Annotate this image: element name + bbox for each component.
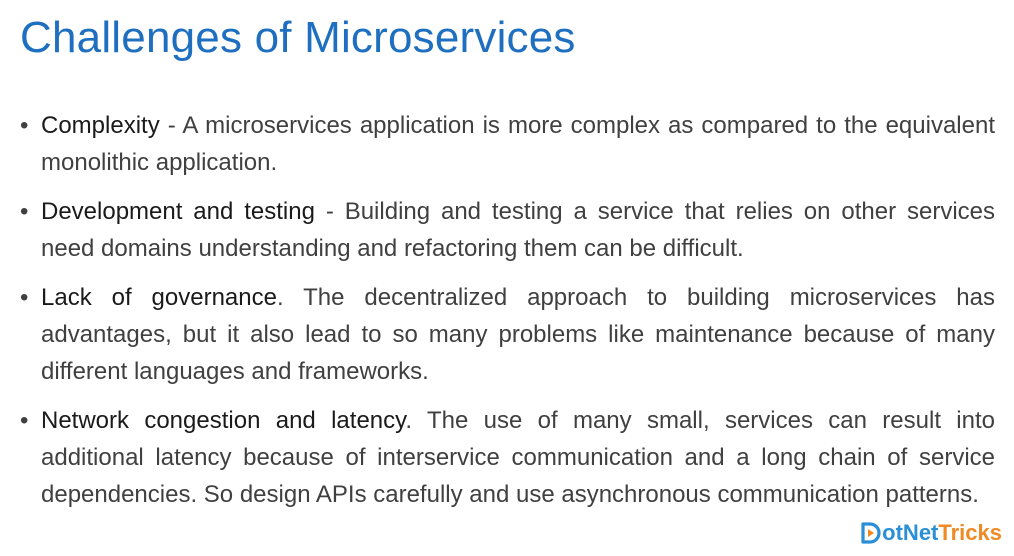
logo-text-dotnet: otNet	[882, 520, 939, 545]
bullet-term: Lack of governance	[41, 284, 277, 311]
bullet-marker: •	[20, 198, 29, 225]
bullet-text: A microservices application is more comp…	[41, 112, 995, 176]
bullet-separator: -	[314, 198, 345, 225]
bullet-item-development-testing: • Development and testing - Building and …	[20, 193, 995, 267]
bullet-list: • Complexity - A microservices applicatio…	[20, 107, 995, 525]
bullet-separator: .	[276, 284, 304, 311]
bullet-marker: •	[20, 112, 29, 139]
bullet-item-complexity: • Complexity - A microservices applicatio…	[20, 107, 995, 181]
logo-text-tricks: Tricks	[938, 520, 1002, 545]
bullet-marker: •	[20, 407, 29, 434]
bullet-term: Network congestion and latency	[41, 407, 406, 434]
bullet-separator: -	[159, 112, 183, 139]
bullet-item-network-congestion: • Network congestion and latency. The use…	[20, 402, 995, 513]
bullet-term: Complexity	[41, 112, 160, 139]
play-d-icon	[861, 522, 881, 544]
bullet-separator: .	[405, 407, 427, 434]
slide: Challenges of Microservices • Complexity …	[0, 0, 1014, 556]
slide-title: Challenges of Microservices	[20, 13, 576, 62]
dotnettricks-logo: otNet Tricks	[861, 520, 1002, 546]
bullet-marker: •	[20, 284, 29, 311]
bullet-item-lack-of-governance: • Lack of governance. The decentralized a…	[20, 279, 995, 390]
bullet-term: Development and testing	[41, 198, 315, 225]
